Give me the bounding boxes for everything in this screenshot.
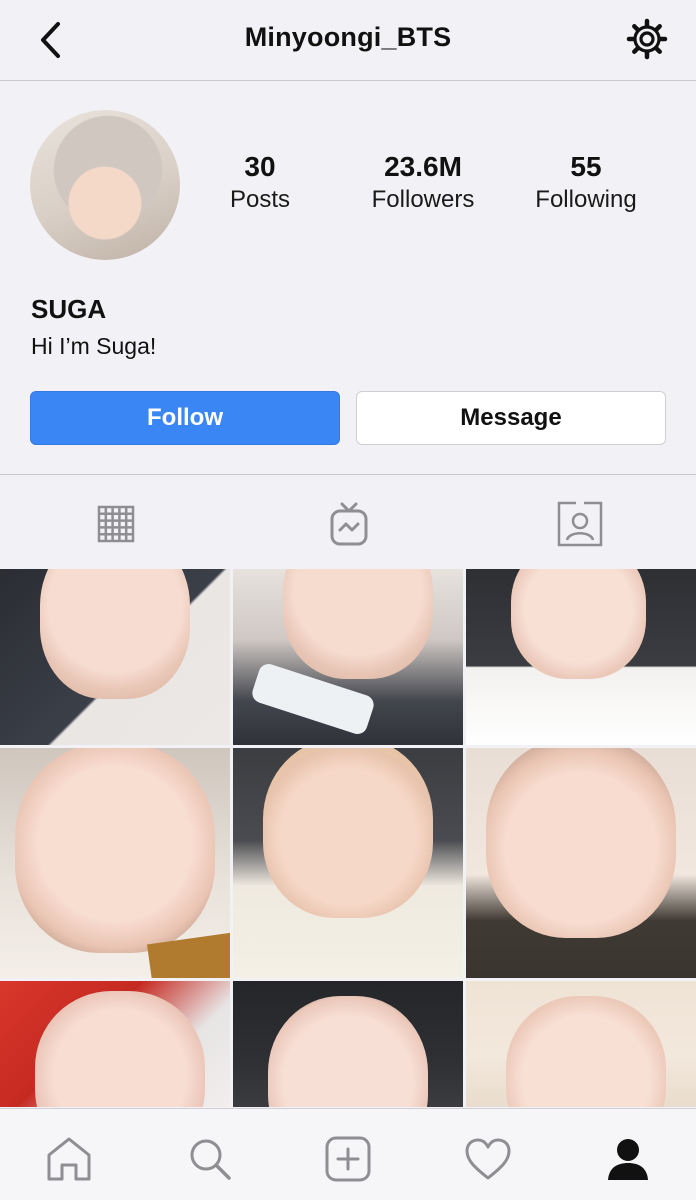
post-thumbnail[interactable] [0, 569, 230, 745]
stat-value: 23.6M [384, 151, 462, 182]
tagged-icon [557, 501, 603, 547]
search-icon [190, 1139, 231, 1180]
section-divider [0, 474, 696, 475]
home-icon [47, 1137, 91, 1181]
post-thumbnail[interactable] [466, 569, 696, 745]
add-post-icon [325, 1136, 371, 1182]
nav-search[interactable] [186, 1135, 234, 1183]
stat-followers[interactable]: 23.6M Followers [343, 150, 503, 216]
post-thumbnail[interactable] [233, 748, 463, 978]
post-thumbnail[interactable] [233, 569, 463, 745]
stat-following[interactable]: 55 Following [506, 150, 666, 216]
message-button[interactable]: Message [356, 391, 666, 445]
post-thumbnail[interactable] [466, 748, 696, 978]
grid-icon [97, 505, 135, 543]
follow-button[interactable]: Follow [30, 391, 340, 445]
nav-profile[interactable] [604, 1135, 652, 1183]
profile-icon [608, 1139, 648, 1180]
profile-avatar[interactable] [30, 110, 180, 260]
stat-label: Followers [371, 186, 475, 213]
heart-icon [465, 1138, 511, 1180]
igtv-icon [330, 502, 368, 546]
posts-grid [0, 569, 696, 1107]
tab-tagged[interactable] [556, 500, 604, 548]
post-thumbnail[interactable] [0, 981, 230, 1107]
nav-home[interactable] [45, 1135, 93, 1183]
tab-igtv[interactable] [325, 500, 373, 548]
stat-posts[interactable]: 30 Posts [180, 150, 340, 216]
profile-bio: Hi I’m Suga! [31, 333, 157, 359]
settings-button[interactable] [626, 18, 668, 60]
stat-label: Following [535, 186, 637, 213]
profile-username-title: Minyoongi_BTS [244, 22, 452, 52]
stat-value: 30 [244, 151, 276, 182]
top-bar: Minyoongi_BTS [0, 0, 696, 81]
stat-value: 55 [570, 151, 602, 182]
post-thumbnail[interactable] [233, 981, 463, 1107]
stat-label: Posts [229, 186, 291, 213]
gear-icon [626, 18, 668, 60]
nav-activity[interactable] [464, 1135, 512, 1183]
display-name: SUGA [31, 294, 107, 324]
post-thumbnail[interactable] [466, 981, 696, 1107]
post-thumbnail[interactable] [0, 748, 230, 978]
tab-grid[interactable] [92, 500, 140, 548]
nav-add-post[interactable] [324, 1135, 372, 1183]
bottom-nav [0, 1108, 696, 1200]
